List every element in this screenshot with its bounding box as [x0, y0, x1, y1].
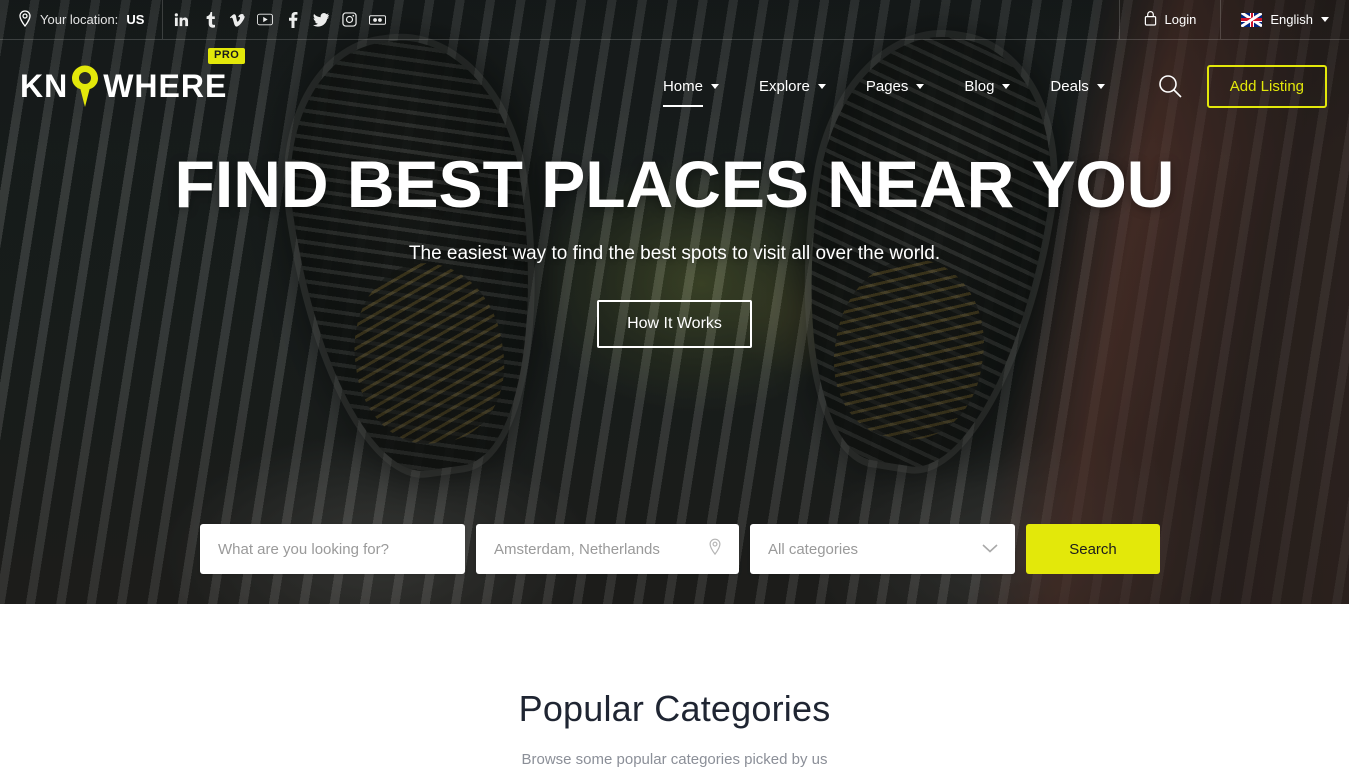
- logo-pro-badge: PRO: [207, 48, 246, 64]
- flickr-icon[interactable]: [363, 0, 391, 40]
- top-bar-spacer: [395, 0, 1120, 39]
- language-label: English: [1270, 12, 1313, 27]
- popular-categories-title: Popular Categories: [518, 688, 831, 729]
- search-location-placeholder: Amsterdam, Netherlands: [494, 540, 660, 558]
- search-keyword-placeholder: What are you looking for?: [218, 540, 389, 558]
- add-listing-button[interactable]: Add Listing: [1206, 64, 1327, 108]
- lock-icon: [1144, 10, 1157, 29]
- nav-label: Home: [662, 77, 703, 107]
- nav-item-explore[interactable]: Explore: [739, 56, 846, 116]
- logo-text-before: KN: [20, 68, 69, 104]
- search-location-input[interactable]: Amsterdam, Netherlands: [476, 524, 739, 574]
- chevron-down-icon: [710, 83, 719, 89]
- chevron-down-icon: [1002, 83, 1011, 89]
- hero-search-bar: What are you looking for? Amsterdam, Net…: [200, 524, 1160, 574]
- tumblr-icon[interactable]: [195, 0, 223, 40]
- logo-map-pin-icon: [69, 64, 101, 108]
- nav-label: Deals: [1050, 77, 1089, 95]
- linkedin-icon[interactable]: [167, 0, 195, 40]
- nav-item-blog[interactable]: Blog: [944, 56, 1030, 116]
- hero-title: FIND BEST PLACES NEAR YOU: [174, 147, 1175, 221]
- site-logo[interactable]: KN WHERE PRO: [20, 48, 246, 114]
- how-it-works-button[interactable]: How It Works: [597, 300, 752, 349]
- map-pin-icon: [708, 538, 722, 560]
- top-bar: Your location: US Login English: [0, 0, 1349, 40]
- nav-label: Blog: [964, 77, 995, 95]
- map-pin-icon: [18, 9, 32, 30]
- nav-label: Explore: [758, 77, 810, 95]
- chevron-down-icon: [982, 541, 998, 558]
- main-header: KN WHERE PRO Home Explore Pages Blog Dea…: [0, 40, 1349, 132]
- search-submit-button[interactable]: Search: [1026, 524, 1160, 574]
- social-links: [163, 0, 395, 39]
- uk-flag-icon: [1241, 12, 1263, 27]
- search-category-value: All categories: [768, 540, 859, 558]
- vimeo-icon[interactable]: [223, 0, 251, 40]
- search-category-select[interactable]: All categories: [750, 524, 1015, 574]
- popular-categories-subtitle: Browse some popular categories picked by…: [521, 751, 828, 768]
- twitter-icon[interactable]: [307, 0, 335, 40]
- language-selector[interactable]: English: [1221, 0, 1349, 39]
- primary-navigation: Home Explore Pages Blog Deals Add Listin…: [643, 56, 1329, 116]
- hero-subtitle: The easiest way to find the best spots t…: [408, 243, 941, 265]
- location-value: US: [126, 12, 145, 27]
- logo-text-after: WHERE: [103, 68, 228, 104]
- chevron-down-icon: [1096, 83, 1105, 89]
- chevron-down-icon: [817, 83, 826, 89]
- location-label: Your location:: [40, 12, 119, 27]
- location-indicator[interactable]: Your location: US: [0, 0, 164, 39]
- login-label: Login: [1164, 12, 1197, 27]
- nav-item-home[interactable]: Home: [643, 56, 739, 116]
- instagram-icon[interactable]: [335, 0, 363, 40]
- nav-label: Pages: [865, 77, 909, 95]
- facebook-icon[interactable]: [279, 0, 307, 40]
- search-icon[interactable]: [1147, 63, 1193, 109]
- youtube-icon[interactable]: [251, 0, 279, 40]
- nav-item-pages[interactable]: Pages: [846, 56, 945, 116]
- chevron-down-icon: [1321, 17, 1329, 22]
- nav-item-deals[interactable]: Deals: [1030, 56, 1124, 116]
- login-button[interactable]: Login: [1120, 0, 1222, 39]
- search-keyword-input[interactable]: What are you looking for?: [200, 524, 465, 574]
- popular-categories-section: Popular Categories Browse some popular c…: [0, 604, 1349, 768]
- hero-section: Your location: US Login English KN WHERE…: [0, 0, 1349, 604]
- chevron-down-icon: [916, 83, 925, 89]
- hero-content: FIND BEST PLACES NEAR YOU The easiest wa…: [0, 147, 1349, 349]
